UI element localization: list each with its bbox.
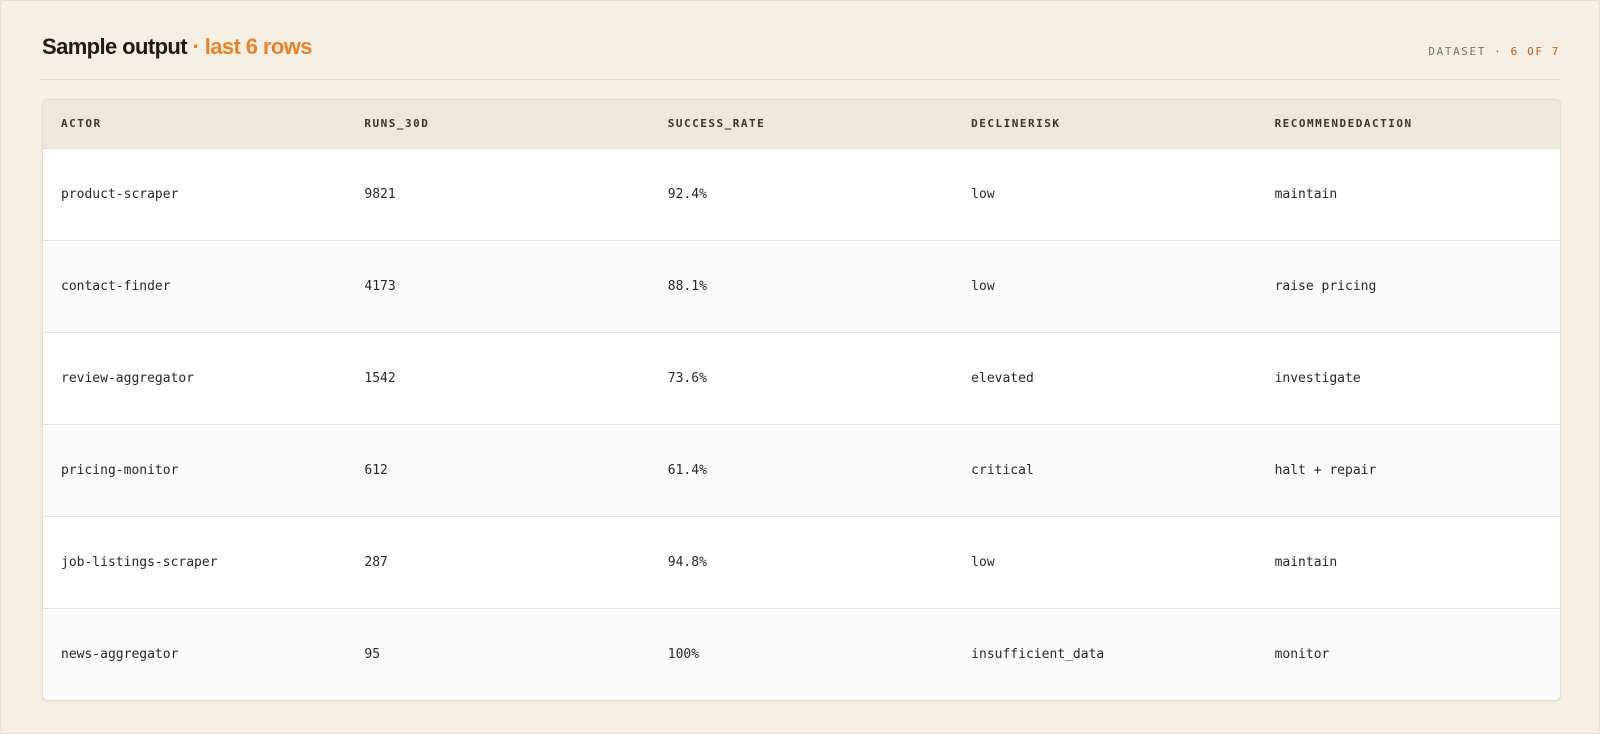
column-header-success-rate: SUCCESS_RATE: [649, 100, 954, 149]
cell-runs-30d: 1542: [346, 331, 650, 424]
table-header: ACTOR RUNS_30D SUCCESS_RATE DECLINERISK …: [43, 100, 1560, 149]
cell-decline-risk: low: [971, 186, 995, 202]
table-body: product-scraper 9821 92.4% low maintain …: [43, 148, 1560, 700]
table-row: pricing-monitor 612 61.4% critical halt …: [43, 423, 1560, 516]
cell-recommended-action: maintain: [1256, 515, 1560, 608]
cell-runs-30d: 612: [346, 423, 650, 516]
table-row: product-scraper 9821 92.4% low maintain: [43, 148, 1560, 240]
cell-runs-30d: 95: [346, 607, 650, 700]
cell-success-rate: 88.1%: [649, 239, 954, 332]
column-header-runs-30d: RUNS_30D: [346, 100, 650, 149]
column-header-recommended-action: RECOMMENDEDACTION: [1256, 100, 1560, 149]
cell-decline-risk: insufficient_data: [953, 607, 1257, 700]
cell-decline-risk: low: [953, 515, 1257, 608]
cell-actor: contact-finder: [43, 239, 347, 332]
cell-actor: review-aggregator: [43, 331, 347, 424]
dataset-count: 6 OF 7: [1510, 45, 1560, 58]
cell-recommended-action: investigate: [1256, 331, 1560, 424]
cell-recommended-action: raise pricing: [1256, 239, 1560, 332]
header-row: ACTOR RUNS_30D SUCCESS_RATE DECLINERISK …: [43, 100, 1560, 149]
cell-actor: pricing-monitor: [43, 423, 347, 516]
cell-recommended-action: maintain: [1274, 186, 1338, 202]
data-table-card: ACTOR RUNS_30D SUCCESS_RATE DECLINERISK …: [42, 99, 1561, 701]
title-accent: · last 6 rows: [192, 34, 313, 59]
cell-success-rate: 92.4%: [667, 186, 707, 202]
title-text: Sample output: [42, 34, 188, 59]
table-row: review-aggregator 1542 73.6% elevated in…: [43, 331, 1560, 424]
page-title: Sample output · last 6 rows: [42, 34, 312, 60]
cell-runs-30d: 9821: [364, 186, 396, 202]
dataset-indicator: DATASET · 6 OF 7: [1428, 45, 1560, 58]
cell-success-rate: 94.8%: [649, 515, 954, 608]
table-row: contact-finder 4173 88.1% low raise pric…: [43, 239, 1560, 332]
cell-runs-30d: 4173: [346, 239, 650, 332]
cell-actor: job-listings-scraper: [43, 515, 347, 608]
table-row: news-aggregator 95 100% insufficient_dat…: [43, 607, 1560, 700]
cell-decline-risk: elevated: [953, 331, 1257, 424]
cell-recommended-action: monitor: [1256, 607, 1560, 700]
cell-decline-risk: critical: [953, 423, 1257, 516]
cell-success-rate: 100%: [649, 607, 954, 700]
cell-runs-30d: 287: [346, 515, 650, 608]
column-header-actor: ACTOR: [43, 100, 347, 149]
table-row: job-listings-scraper 287 94.8% low maint…: [43, 515, 1560, 608]
cell-success-rate: 73.6%: [649, 331, 954, 424]
cell-actor: product-scraper: [61, 186, 179, 202]
column-header-decline-risk: DECLINERISK: [953, 100, 1257, 149]
cell-recommended-action: halt + repair: [1256, 423, 1560, 516]
dataset-label: DATASET ·: [1428, 45, 1503, 58]
sample-output-panel: Sample output · last 6 rows DATASET · 6 …: [0, 0, 1600, 734]
cell-actor: news-aggregator: [43, 607, 347, 700]
cell-decline-risk: low: [953, 239, 1257, 332]
panel-header: Sample output · last 6 rows DATASET · 6 …: [41, 31, 1560, 80]
cell-success-rate: 61.4%: [649, 423, 954, 516]
data-table: ACTOR RUNS_30D SUCCESS_RATE DECLINERISK …: [43, 100, 1560, 700]
